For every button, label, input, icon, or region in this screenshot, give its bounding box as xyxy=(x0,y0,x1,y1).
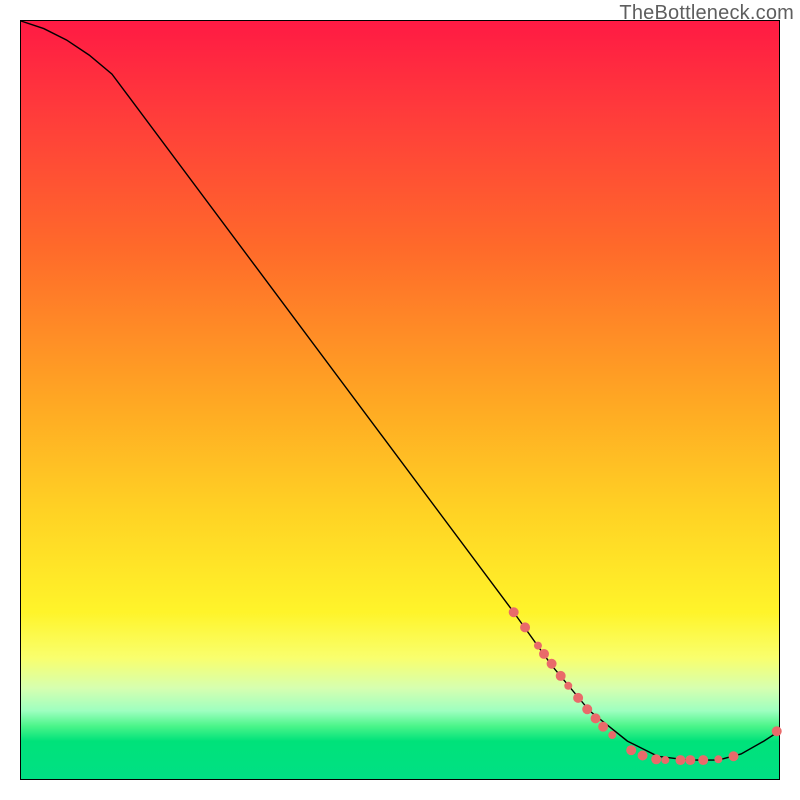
data-marker xyxy=(729,751,739,761)
chart-container: TheBottleneck.com xyxy=(0,0,800,800)
data-marker xyxy=(675,755,685,765)
data-marker xyxy=(714,755,722,763)
data-marker xyxy=(509,607,519,617)
chart-svg xyxy=(21,21,779,779)
data-marker xyxy=(651,754,661,764)
data-markers xyxy=(509,607,782,765)
plot-area xyxy=(20,20,780,780)
data-marker xyxy=(638,751,648,761)
bottleneck-curve xyxy=(21,21,779,760)
data-marker xyxy=(539,649,549,659)
data-marker xyxy=(608,731,616,739)
data-marker xyxy=(685,755,695,765)
data-marker xyxy=(564,682,572,690)
data-marker xyxy=(582,704,592,714)
data-marker xyxy=(626,745,636,755)
data-marker xyxy=(573,693,583,703)
data-marker xyxy=(591,713,601,723)
data-marker xyxy=(661,756,669,764)
data-marker xyxy=(598,722,608,732)
data-marker xyxy=(698,755,708,765)
data-marker xyxy=(556,671,566,681)
data-marker xyxy=(772,726,782,736)
data-marker xyxy=(520,622,530,632)
data-marker xyxy=(547,659,557,669)
data-marker xyxy=(534,642,542,650)
